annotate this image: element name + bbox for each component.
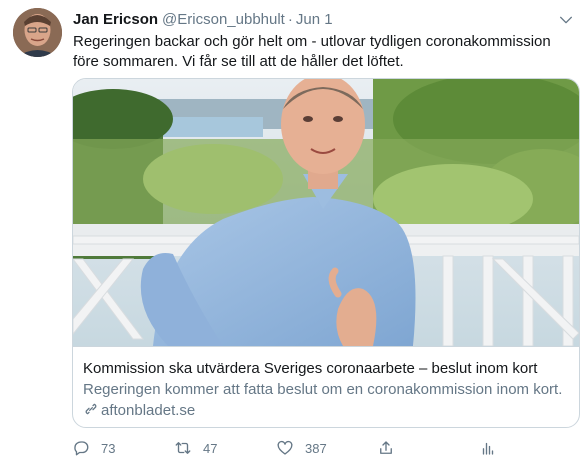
analytics-button[interactable] [479, 438, 497, 458]
card-domain: aftonbladet.se [83, 401, 195, 420]
card-title: Kommission ska utvärdera Sveriges corona… [83, 360, 538, 377]
tweet-header: Jan Ericson @Ericson_ubbhult · Jun 1 [73, 11, 333, 29]
tweet-text: Regeringen backar och gör helt om - utlo… [73, 33, 551, 70]
like-count: 387 [305, 440, 327, 456]
analytics-icon [482, 442, 494, 455]
retweet-icon [175, 442, 191, 454]
card-description: Regeringen kommer att fatta beslut om en… [83, 381, 563, 398]
link-icon [85, 403, 97, 415]
chevron-down-icon[interactable] [558, 12, 574, 28]
avatar-image [13, 8, 62, 57]
tweet-date[interactable]: Jun 1 [296, 11, 333, 28]
separator-dot: · [287, 11, 293, 28]
card-domain-text: aftonbladet.se [101, 402, 196, 419]
author-name[interactable]: Jan Ericson [73, 11, 158, 28]
share-icon [380, 441, 392, 454]
share-button[interactable] [377, 438, 395, 458]
link-card[interactable]: Kommission ska utvärdera Sveriges corona… [72, 78, 580, 428]
tweet[interactable]: Jan Ericson @Ericson_ubbhult · Jun 1 Regeri… [0, 0, 588, 468]
reply-button[interactable]: 73 [72, 438, 115, 458]
card-body[interactable]: Kommission ska utvärdera Sveriges corona… [73, 346, 579, 427]
reply-icon [74, 441, 89, 456]
reply-count: 73 [101, 440, 116, 456]
tweet-actions: 73 47 387 [72, 438, 572, 458]
author-handle[interactable]: @Ericson_ubbhult [162, 11, 285, 28]
heart-icon [277, 440, 293, 455]
retweet-button[interactable]: 47 [174, 438, 217, 458]
card-image [73, 79, 579, 346]
like-button[interactable]: 387 [276, 438, 327, 458]
retweet-count: 47 [203, 440, 218, 456]
avatar[interactable] [13, 8, 62, 57]
